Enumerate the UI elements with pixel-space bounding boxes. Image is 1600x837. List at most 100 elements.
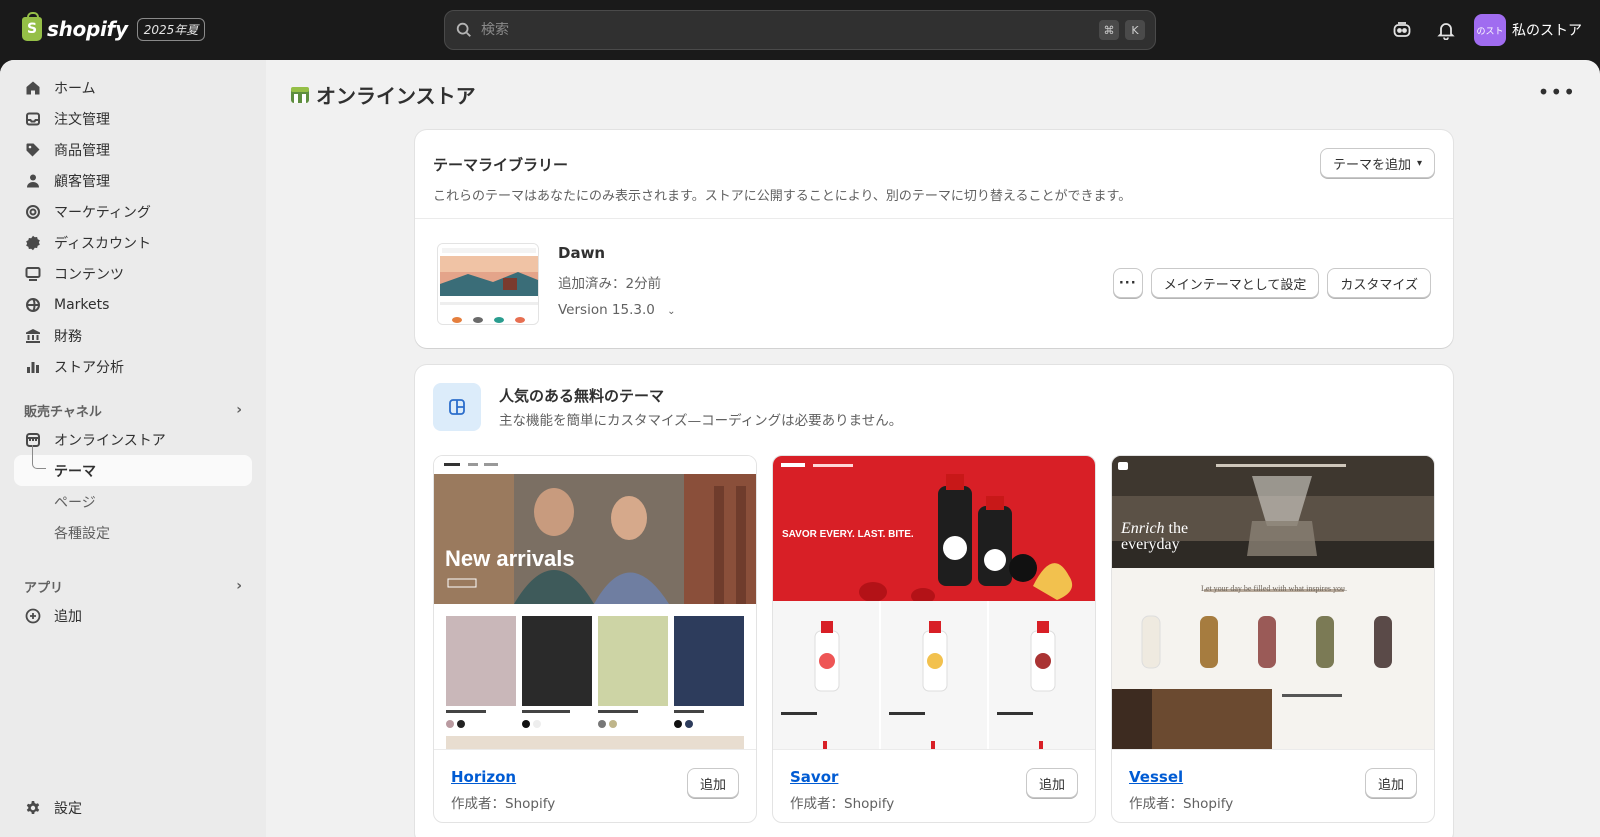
nav-label: マーケティング <box>54 204 151 221</box>
chart-icon <box>24 358 42 376</box>
nav-label: ディスカウント <box>54 235 152 252</box>
nav-label: ストア分析 <box>54 359 124 376</box>
shopify-bag-icon: S <box>22 12 42 41</box>
dawn-theme-row: Dawn 追加済み：2分前 Version 15.3.0 ⌄ ··· メインテー… <box>415 219 1453 347</box>
top-bar: S shopify 2025年夏 ⌘ K のスト 私のストア <box>0 0 1600 60</box>
chevron-right-icon: › <box>236 402 242 418</box>
horizon-theme-link[interactable]: Horizon <box>451 768 516 786</box>
vessel-add-button[interactable]: 追加 <box>1364 768 1417 798</box>
theme-card-horizon: New arrivals Horizon 作成者：Shopify 追加 <box>433 455 757 823</box>
edition-badge[interactable]: 2025年夏 <box>136 17 206 41</box>
add-theme-button[interactable]: テーマを追加 ▾ <box>1319 148 1435 178</box>
shortcut-k-key: K <box>1125 20 1145 40</box>
store-avatar[interactable]: のスト <box>1474 14 1506 46</box>
nav-marketing[interactable]: マーケティング <box>14 196 252 227</box>
horizon-preview[interactable]: New arrivals <box>434 456 756 749</box>
theme-card-savor: SAVOR EVERY. LAST. BITE. Savor 作成者：Shopi… <box>772 455 1096 823</box>
search-input[interactable] <box>481 22 1093 38</box>
sidebar: ホーム 注文管理 商品管理 顧客管理 マーケティング ディスカウント コンテンツ <box>0 60 266 837</box>
inbox-icon <box>24 110 42 128</box>
sales-channels-label: 販売チャネル <box>24 404 102 420</box>
sales-channels-header[interactable]: 販売チャネル › <box>14 396 252 424</box>
vessel-hero-text-everyday: everyday <box>1121 536 1180 553</box>
nav-pages[interactable]: ページ <box>14 486 252 517</box>
nav-preferences[interactable]: 各種設定 <box>14 517 252 548</box>
nav-label: 各種設定 <box>54 525 110 542</box>
nav-label: テーマ <box>54 463 96 480</box>
search-icon <box>456 22 471 37</box>
nav-label: ページ <box>54 494 96 511</box>
vessel-theme-link[interactable]: Vessel <box>1129 768 1183 786</box>
nav-label: 財務 <box>54 328 82 345</box>
content-icon <box>24 265 42 283</box>
nav-discounts[interactable]: ディスカウント <box>14 227 252 258</box>
sidekick-icon <box>1393 22 1411 37</box>
nav-online-store[interactable]: オンラインストア <box>14 424 252 455</box>
notifications-button[interactable] <box>1430 14 1462 46</box>
horizon-hero-text: New arrivals <box>445 546 575 571</box>
tag-icon <box>24 141 42 159</box>
chevron-right-icon: › <box>236 578 242 594</box>
nav-add-app[interactable]: 追加 <box>14 600 252 631</box>
popular-themes-title: 人気のある無料のテーマ <box>499 387 665 405</box>
savor-author: 作成者：Shopify <box>790 796 895 812</box>
nav-label: 注文管理 <box>54 111 110 128</box>
nav-analytics[interactable]: ストア分析 <box>14 351 252 382</box>
chevron-down-icon: ▾ <box>1416 157 1422 169</box>
nav-home[interactable]: ホーム <box>14 72 252 103</box>
theme-more-actions-button[interactable]: ··· <box>1112 268 1143 298</box>
nav-label: オンラインストア <box>54 432 166 449</box>
theme-library-title: テーマライブラリー <box>433 156 569 174</box>
search-bar[interactable]: ⌘ K <box>444 10 1156 50</box>
shopify-logo[interactable]: S shopify 2025年夏 <box>22 12 206 41</box>
page-more-actions-button[interactable]: ••• <box>1538 80 1576 104</box>
popular-themes-description: 主な機能を簡単にカスタマイズ—コーディングは必要ありません。 <box>499 413 903 429</box>
dawn-added-time: 追加済み：2分前 <box>558 276 662 292</box>
savor-add-button[interactable]: 追加 <box>1025 768 1078 798</box>
apps-header[interactable]: アプリ › <box>14 572 252 600</box>
apps-label: アプリ <box>24 580 64 596</box>
person-icon <box>24 172 42 190</box>
vessel-hero-text-the: the <box>1168 520 1189 537</box>
nav-finance[interactable]: 財務 <box>14 320 252 351</box>
horizon-add-button[interactable]: 追加 <box>686 768 739 798</box>
brand-name: shopify <box>47 17 128 41</box>
theme-library-card: テーマライブラリー これらのテーマはあなたにのみ表示されます。ストアに公開するこ… <box>415 130 1453 348</box>
home-icon <box>24 79 42 97</box>
gear-icon <box>24 799 42 817</box>
dawn-version-select[interactable]: Version 15.3.0 ⌄ <box>558 302 676 318</box>
nav-label: コンテンツ <box>54 266 124 283</box>
nav-themes[interactable]: テーマ <box>14 445 252 486</box>
target-icon <box>24 203 42 221</box>
vessel-hero-text: Enrich the everyday <box>1121 521 1188 553</box>
nav-customers[interactable]: 顧客管理 <box>14 165 252 196</box>
popular-themes-card: 人気のある無料のテーマ 主な機能を簡単にカスタマイズ—コーディングは必要ありませ… <box>415 365 1453 837</box>
version-label: Version 15.3.0 <box>558 302 655 318</box>
vessel-hero-text-italic: Enrich <box>1121 520 1165 537</box>
globe-icon <box>24 296 42 314</box>
main-content: オンラインストア ••• テーマライブラリー これらのテーマはあなたにのみ表示さ… <box>266 60 1600 837</box>
nav-orders[interactable]: 注文管理 <box>14 103 252 134</box>
online-store-icon <box>291 86 309 103</box>
theme-layout-icon <box>433 383 481 431</box>
horizon-author: 作成者：Shopify <box>451 796 556 812</box>
vessel-author: 作成者：Shopify <box>1129 796 1234 812</box>
nav-products[interactable]: 商品管理 <box>14 134 252 165</box>
savor-theme-link[interactable]: Savor <box>790 768 838 786</box>
vessel-preview[interactable]: Enrich the everyday Let your day be fill… <box>1112 456 1434 749</box>
nav-content[interactable]: コンテンツ <box>14 258 252 289</box>
store-name[interactable]: 私のストア <box>1512 20 1582 40</box>
add-theme-label: テーマを追加 <box>1332 157 1411 173</box>
nav-label: ホーム <box>54 80 96 97</box>
chevron-down-icon: ⌄ <box>667 306 676 317</box>
set-main-theme-button[interactable]: メインテーマとして設定 <box>1150 268 1320 298</box>
nav-markets[interactable]: Markets <box>14 289 252 320</box>
dawn-thumbnail[interactable] <box>437 243 539 325</box>
bank-icon <box>24 327 42 345</box>
sidekick-button[interactable] <box>1386 14 1418 46</box>
savor-preview[interactable]: SAVOR EVERY. LAST. BITE. <box>773 456 1095 749</box>
customize-button[interactable]: カスタマイズ <box>1327 268 1431 298</box>
nav-settings[interactable]: 設定 <box>14 792 252 823</box>
nav-label: 顧客管理 <box>54 173 110 190</box>
bell-icon <box>1437 23 1455 40</box>
